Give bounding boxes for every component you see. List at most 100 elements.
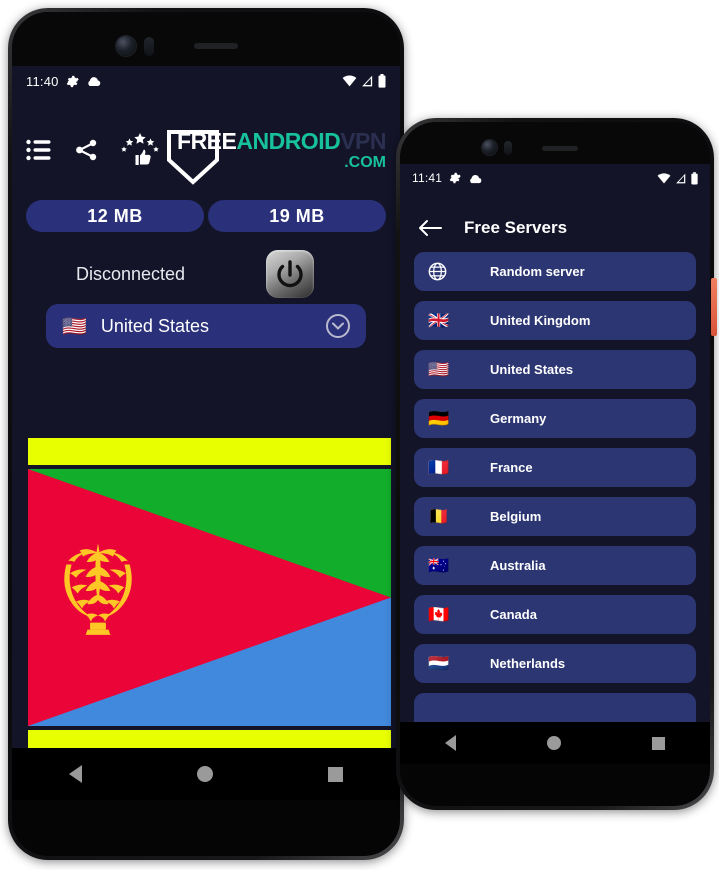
earpiece-speaker — [194, 43, 238, 49]
nav-recents-button[interactable] — [327, 766, 343, 782]
selected-country-name: United States — [100, 315, 209, 336]
list-item-label: Canada — [490, 607, 537, 622]
list-item[interactable]: Random server — [414, 252, 696, 291]
country-flag: 🇨🇦 — [428, 604, 450, 625]
list-item[interactable]: 🇧🇪 Belgium — [414, 497, 696, 536]
cloud-icon — [87, 77, 100, 86]
front-camera-icon — [482, 140, 497, 155]
phone-primary-screen: 11:40 FREEANDROIDVPN .COM 12 MB 19 MB Di… — [12, 66, 400, 800]
list-item[interactable]: 🇨🇦 Canada — [414, 595, 696, 634]
country-flag: 🇧🇪 — [428, 506, 450, 527]
list-item-label: Germany — [490, 411, 547, 426]
flag-emblem-wreath-icon — [64, 543, 132, 635]
proximity-sensor-icon — [144, 37, 154, 56]
nav-home-button[interactable] — [196, 766, 213, 782]
traffic-stats-row: 12 MB 19 MB — [26, 200, 386, 232]
list-item[interactable]: 🇳🇱 Netherlands — [414, 644, 696, 683]
phone-device-secondary: 11:41 Free Servers Random server 🇬🇧 Unit… — [396, 118, 717, 810]
status-bar-left-primary: 11:40 — [26, 74, 101, 89]
gear-icon — [66, 75, 79, 87]
android-nav-bar-secondary — [400, 722, 710, 764]
app-logo: FREEANDROIDVPN .COM — [165, 127, 386, 185]
status-bar-secondary: 11:41 — [400, 164, 710, 192]
nav-back-button[interactable] — [445, 735, 457, 751]
list-item[interactable]: 🇩🇪 Germany — [414, 399, 696, 438]
nav-back-button[interactable] — [69, 765, 83, 783]
nav-recents-button[interactable] — [651, 736, 665, 750]
primary-toolbar: FREEANDROIDVPN .COM — [12, 118, 400, 185]
globe-glyph — [428, 262, 447, 281]
signal-icon — [362, 75, 373, 87]
phone-secondary-top-bezel — [400, 122, 710, 164]
status-bar-clock: 11:40 — [26, 73, 59, 89]
list-item-label: Netherlands — [490, 656, 566, 671]
power-toggle-button[interactable] — [266, 250, 314, 298]
battery-icon — [378, 74, 386, 88]
phone-primary-top-bezel — [12, 12, 400, 66]
page-title: Free Servers — [464, 218, 568, 237]
back-arrow-icon[interactable] — [418, 219, 442, 237]
globe-icon — [428, 262, 454, 281]
share-icon[interactable] — [74, 138, 99, 162]
status-bar-clock: 11:41 — [412, 171, 443, 185]
country-flag: 🇬🇧 — [428, 310, 450, 331]
upload-stat-pill[interactable]: 19 MB — [208, 200, 386, 232]
list-item-label: United Kingdom — [490, 313, 591, 328]
country-selector[interactable]: 🇺🇸 United States — [46, 304, 366, 348]
logo-android: ANDROID — [236, 127, 341, 154]
list-item[interactable]: 🇫🇷 France — [414, 448, 696, 487]
phone-device-primary: 11:40 FREEANDROIDVPN .COM 12 MB 19 MB Di… — [8, 8, 404, 860]
chevron-down-icon[interactable] — [326, 314, 350, 338]
country-flag-banner — [28, 469, 391, 726]
status-bar-primary: 11:40 — [12, 66, 400, 96]
front-camera-icon — [116, 36, 136, 56]
status-bar-left-secondary: 11:41 — [412, 171, 482, 185]
list-item-label: United States — [490, 362, 574, 377]
list-item-label: Random server — [490, 264, 585, 279]
connection-status-text: Disconnected — [76, 263, 186, 284]
app-bar-free-servers: Free Servers — [400, 204, 710, 252]
list-icon[interactable] — [26, 139, 52, 161]
nav-home-button[interactable] — [546, 736, 561, 750]
country-flag: 🇺🇸 — [428, 359, 450, 380]
list-item-label: Belgium — [490, 509, 542, 524]
earpiece-speaker — [542, 146, 578, 151]
logo-vpn: VPN — [340, 127, 386, 154]
gear-icon — [449, 172, 461, 184]
list-item-label: France — [490, 460, 533, 475]
proximity-sensor-icon — [504, 141, 512, 155]
logo-wordmark: FREEANDROIDVPN .COM — [177, 127, 386, 171]
download-stat-value: 12 MB — [87, 205, 143, 226]
logo-com: .COM — [344, 153, 386, 171]
phone-secondary-screen: 11:41 Free Servers Random server 🇬🇧 Unit… — [400, 164, 710, 764]
toolbar-icon-group — [26, 133, 159, 167]
wifi-icon — [342, 75, 357, 87]
signal-icon — [676, 173, 686, 183]
screenshot-canvas: 11:40 FREEANDROIDVPN .COM 12 MB 19 MB Di… — [0, 0, 719, 870]
android-nav-bar-primary — [12, 748, 400, 800]
download-stat-pill[interactable]: 12 MB — [26, 200, 204, 232]
selected-country-flag: 🇺🇸 — [62, 314, 87, 338]
chevron-glyph — [332, 322, 344, 330]
phone-secondary-inner: 11:41 Free Servers Random server 🇬🇧 Unit… — [400, 122, 710, 806]
country-flag: 🇫🇷 — [428, 457, 450, 478]
list-item[interactable]: 🇬🇧 United Kingdom — [414, 301, 696, 340]
list-item-label: Australia — [490, 558, 546, 573]
ad-band-top[interactable] — [28, 438, 391, 465]
phone-primary-inner: 11:40 FREEANDROIDVPN .COM 12 MB 19 MB Di… — [12, 12, 400, 856]
power-icon — [277, 260, 303, 288]
country-flag: 🇦🇺 — [428, 555, 450, 576]
country-flag: 🇩🇪 — [428, 408, 450, 429]
connection-row: Disconnected — [26, 248, 386, 300]
cloud-icon — [470, 174, 482, 183]
wifi-icon — [657, 172, 671, 183]
status-bar-right-primary — [342, 74, 386, 88]
server-list[interactable]: Random server 🇬🇧 United Kingdom 🇺🇸 Unite… — [414, 252, 696, 732]
country-flag: 🇳🇱 — [428, 653, 450, 674]
rate-icon[interactable] — [121, 133, 159, 167]
list-item[interactable]: 🇺🇸 United States — [414, 350, 696, 389]
list-item[interactable]: 🇦🇺 Australia — [414, 546, 696, 585]
device-power-side-button[interactable] — [711, 278, 717, 336]
logo-free: FREE — [177, 127, 237, 154]
status-bar-right-secondary — [657, 171, 698, 185]
